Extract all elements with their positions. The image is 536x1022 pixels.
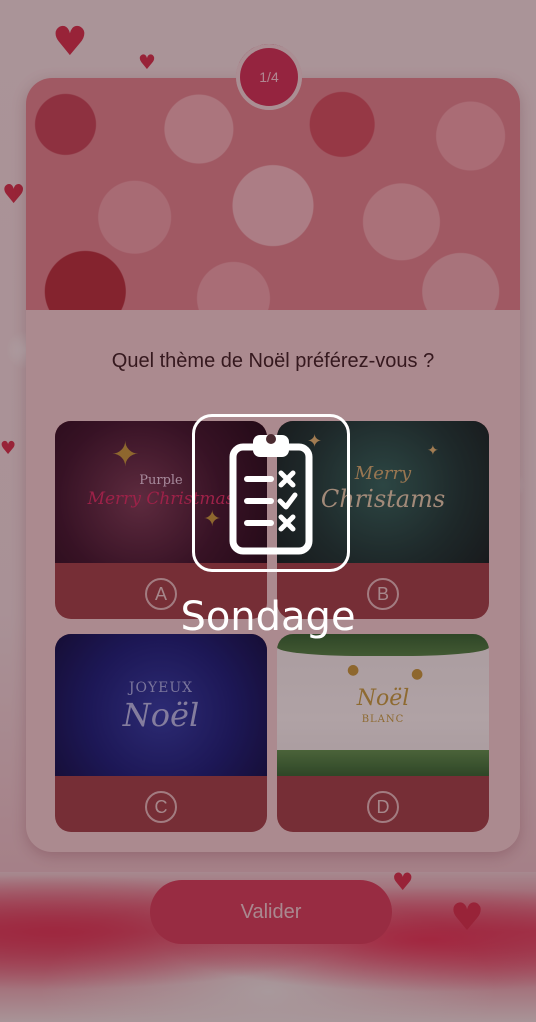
clipboard-checklist-icon <box>192 414 350 572</box>
poll-overlay-label: Sondage <box>180 594 356 640</box>
